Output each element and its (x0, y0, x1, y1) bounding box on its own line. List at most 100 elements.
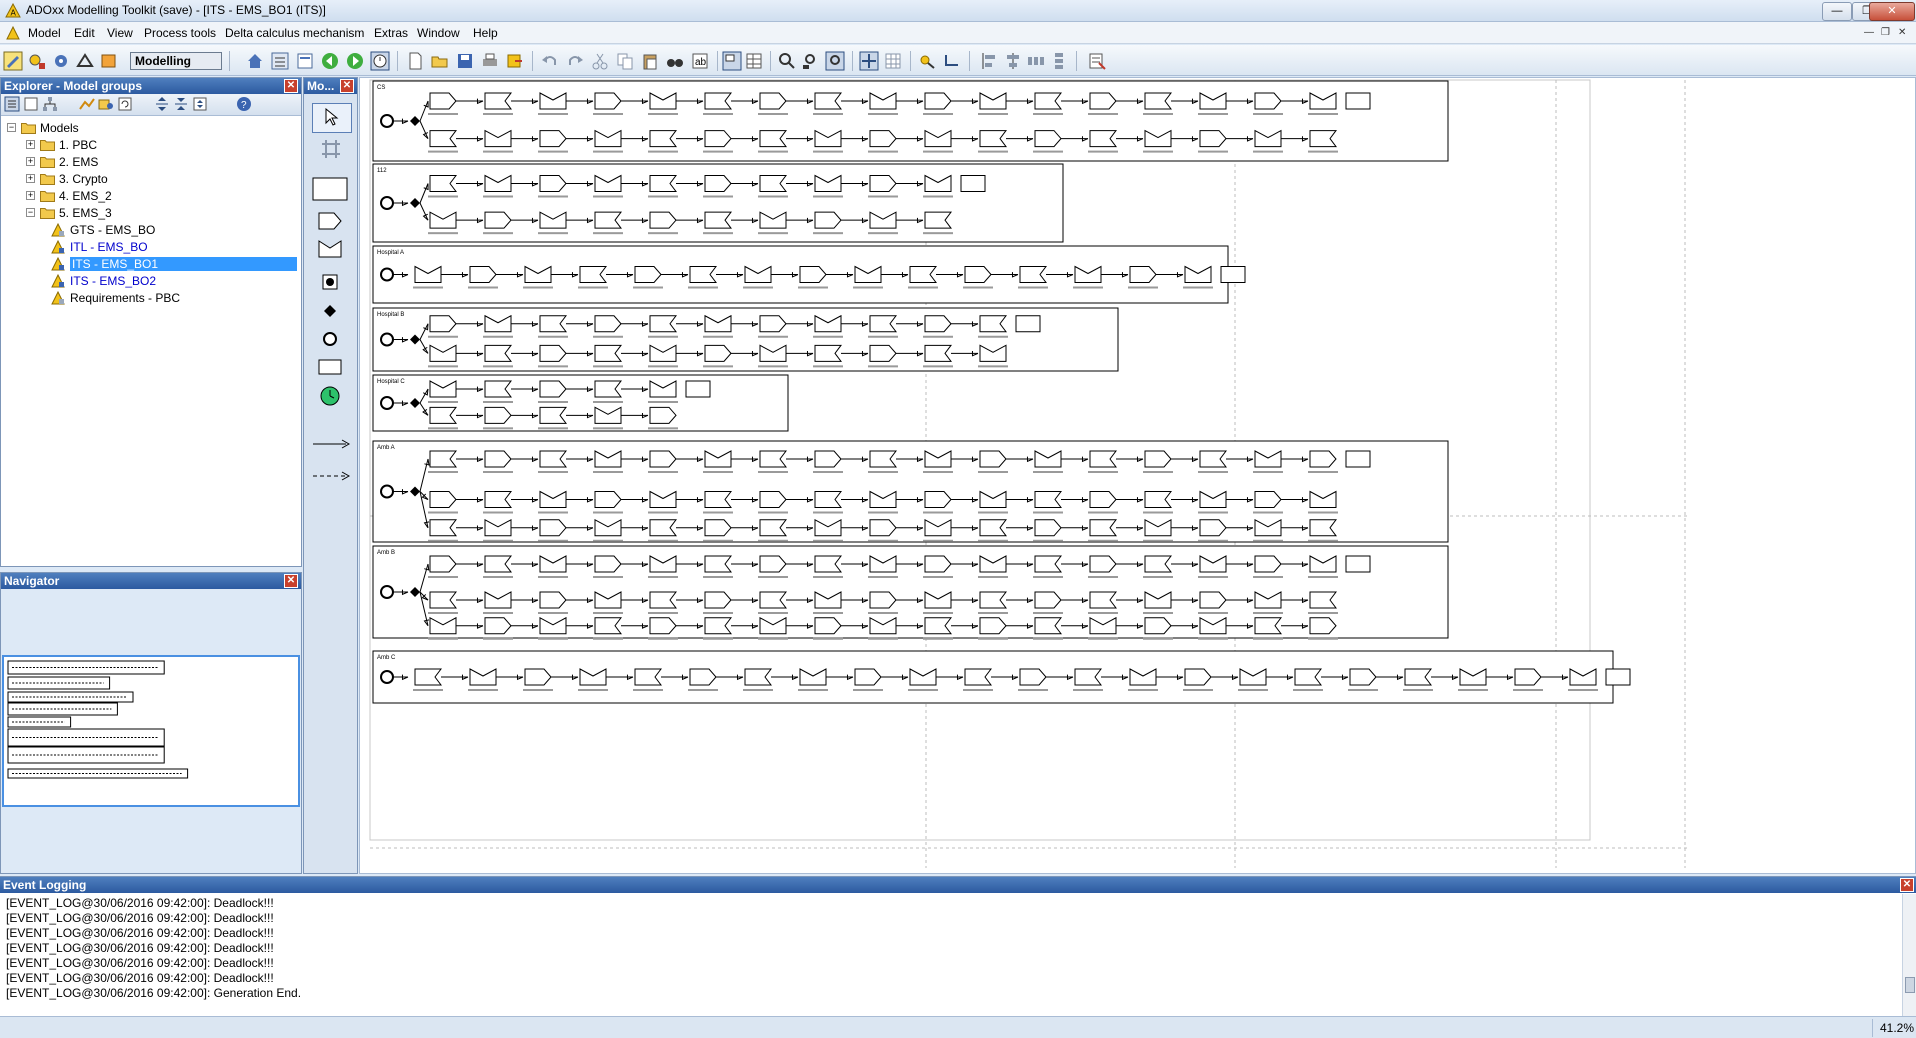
sort-icon[interactable] (192, 96, 208, 112)
expand-icon[interactable]: + (26, 191, 35, 200)
copy-icon[interactable] (615, 51, 635, 71)
help-icon[interactable]: ? (236, 96, 252, 112)
align-center-icon[interactable] (1003, 51, 1023, 71)
forward-arrow-icon[interactable] (345, 51, 365, 71)
tree-model-item[interactable]: ITL - EMS_BO (1, 239, 299, 256)
grid-snap-icon[interactable] (859, 51, 879, 71)
export-icon[interactable] (505, 51, 525, 71)
modelling-mode-icon[interactable] (3, 51, 23, 71)
timer-icon[interactable] (320, 386, 340, 406)
receive-shape-icon[interactable] (318, 240, 342, 258)
simulation-mode-icon[interactable] (51, 51, 71, 71)
menu-window[interactable]: Window (417, 26, 460, 40)
end-event-icon[interactable] (322, 274, 338, 290)
scrollbar-thumb[interactable] (1905, 977, 1915, 993)
distribute-horizontal-icon[interactable] (1026, 51, 1046, 71)
decision-icon[interactable] (323, 304, 337, 318)
send-shape-icon[interactable] (318, 212, 342, 230)
cut-icon[interactable] (590, 51, 610, 71)
zoom-area-icon[interactable] (825, 51, 845, 71)
event-log-body: [EVENT_LOG@30/06/2016 09:42:00]: Deadloc… (0, 893, 1916, 1015)
expand-icon[interactable]: + (26, 140, 35, 149)
model-canvas[interactable]: CS 112 Hospital A Hospital B Hospital C Amb A… (359, 77, 1916, 874)
tree-folder-item[interactable]: − Models (1, 120, 299, 137)
subsequent-connector-icon[interactable] (312, 438, 350, 450)
navigator-preview[interactable] (2, 655, 300, 807)
model-groups-view-icon[interactable] (4, 96, 20, 112)
menu-delta-calculus[interactable]: Delta calculus mechanism (225, 26, 364, 40)
connector-key-icon[interactable] (918, 51, 938, 71)
paste-icon[interactable] (640, 51, 660, 71)
lane-shape-icon[interactable] (312, 177, 348, 201)
tree-folder-item[interactable]: − 5. EMS_3 (1, 205, 299, 222)
swimlane-tool-icon[interactable] (320, 138, 342, 160)
import-export-mode-icon[interactable] (99, 51, 119, 71)
start-event-icon[interactable] (322, 331, 338, 347)
mdi-restore-icon[interactable]: ❐ (1881, 27, 1890, 38)
message-connector-icon[interactable] (312, 470, 350, 482)
analysis-mode-icon[interactable] (27, 51, 47, 71)
event-log-scrollbar[interactable] (1902, 894, 1916, 1016)
model-types-view-icon[interactable] (23, 96, 39, 112)
activity-shape-icon[interactable] (318, 359, 342, 375)
collapse-all-icon[interactable] (173, 96, 189, 112)
print-icon[interactable] (480, 51, 500, 71)
save-icon[interactable] (455, 51, 475, 71)
tree-folder-item[interactable]: +3. Crypto (1, 171, 299, 188)
event-log-close-icon[interactable]: ✕ (1900, 878, 1914, 892)
expand-icon[interactable]: + (26, 157, 35, 166)
menu-process-tools[interactable]: Process tools (144, 26, 216, 40)
model-group-icon[interactable] (98, 96, 114, 112)
home-icon[interactable] (245, 51, 265, 71)
table-view-icon[interactable] (744, 51, 764, 71)
open-folder-icon[interactable] (430, 51, 450, 71)
mdi-minimize-icon[interactable]: — (1864, 27, 1874, 38)
close-window-button[interactable]: ✕ (1869, 2, 1915, 21)
select-tool[interactable] (312, 103, 352, 133)
menu-model[interactable]: Model (28, 26, 61, 40)
analysis-icon[interactable] (79, 96, 95, 112)
align-left-icon[interactable] (980, 51, 1000, 71)
orthogonal-connector-icon[interactable] (942, 51, 962, 71)
new-model-icon[interactable] (405, 51, 425, 71)
menu-view[interactable]: View (107, 26, 133, 40)
zoom-fit-icon[interactable] (801, 51, 821, 71)
distribute-vertical-icon[interactable] (1049, 51, 1069, 71)
replace-icon[interactable]: ab (690, 51, 710, 71)
tree-model-item[interactable]: GTS - EMS_BO (1, 222, 299, 239)
collapse-icon[interactable]: − (7, 123, 16, 132)
object-view-icon[interactable] (722, 51, 742, 71)
tree-folder-item[interactable]: +4. EMS_2 (1, 188, 299, 205)
hierarchy-view-icon[interactable] (42, 96, 58, 112)
evaluation-mode-icon[interactable] (75, 51, 95, 71)
grid-icon[interactable] (883, 51, 903, 71)
clock-icon[interactable] (370, 51, 390, 71)
tree-model-item[interactable]: ITS - EMS_BO1 (1, 256, 299, 273)
refresh-icon[interactable] (117, 96, 133, 112)
back-arrow-icon[interactable] (320, 51, 340, 71)
minimize-button[interactable]: — (1822, 2, 1852, 21)
explorer-close-icon[interactable]: ✕ (284, 79, 298, 93)
tree-folder-item[interactable]: +2. EMS (1, 154, 299, 171)
collapse-icon[interactable]: − (26, 208, 35, 217)
mdi-close-icon[interactable]: ✕ (1898, 27, 1906, 38)
zoom-icon[interactable] (777, 51, 797, 71)
undo-icon[interactable] (540, 51, 560, 71)
navigator-close-icon[interactable]: ✕ (284, 574, 298, 588)
find-binoculars-icon[interactable] (665, 51, 685, 71)
tree-model-item[interactable]: ITS - EMS_BO2 (1, 273, 299, 290)
tree-folder-item[interactable]: +1. PBC (1, 137, 299, 154)
properties-icon[interactable] (1087, 51, 1107, 71)
redo-icon[interactable] (565, 51, 585, 71)
expand-all-icon[interactable] (154, 96, 170, 112)
mode-select[interactable]: Modelling (130, 52, 222, 70)
document-menu-icon[interactable] (6, 26, 20, 40)
tree-model-item[interactable]: Requirements - PBC (1, 290, 299, 307)
modelling-bar-close-icon[interactable]: ✕ (340, 79, 354, 93)
menu-edit[interactable]: Edit (74, 26, 95, 40)
model-list-icon[interactable] (295, 51, 315, 71)
menu-extras[interactable]: Extras (374, 26, 408, 40)
expand-icon[interactable]: + (26, 174, 35, 183)
menu-help[interactable]: Help (473, 26, 498, 40)
explorer-toggle-icon[interactable] (270, 51, 290, 71)
